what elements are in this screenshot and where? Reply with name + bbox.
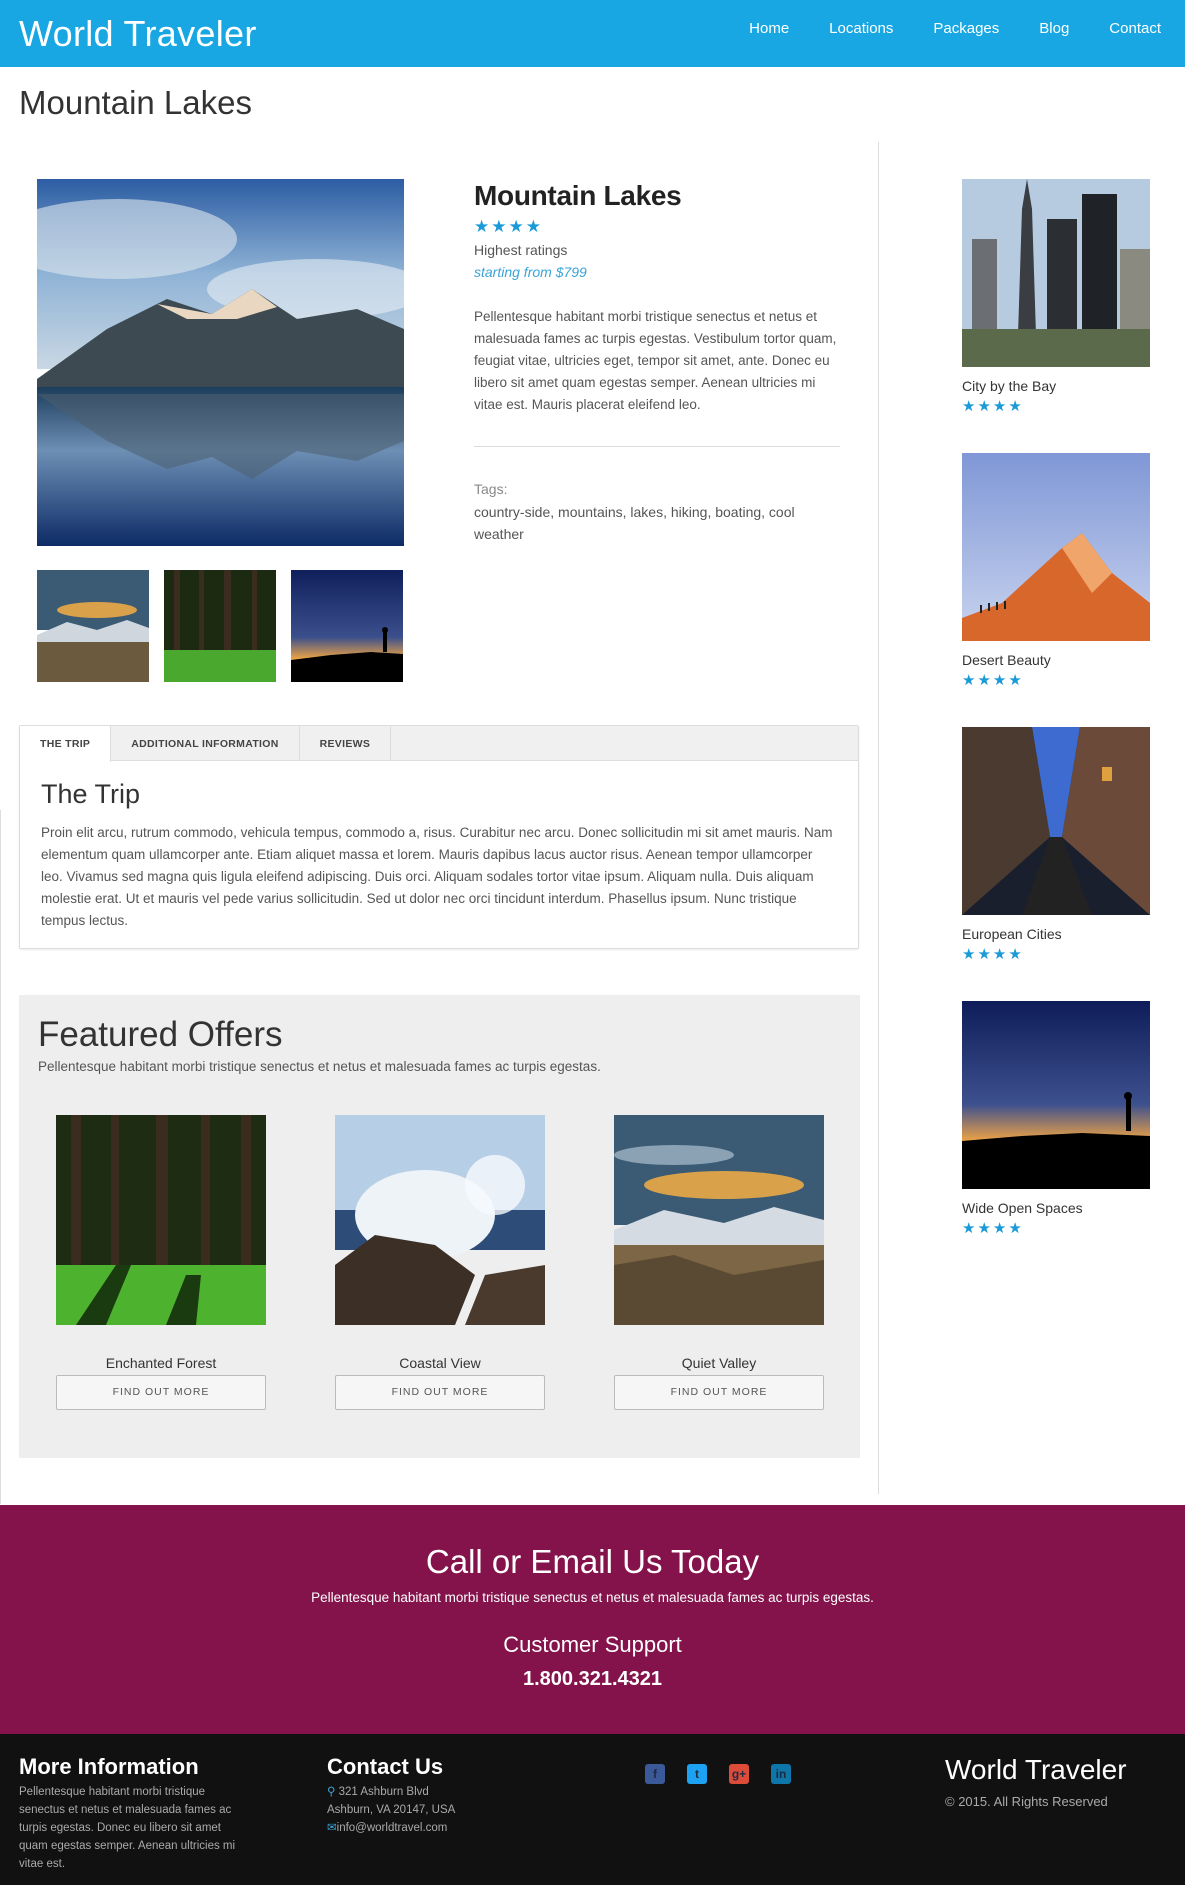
offer-card: Enchanted Forest FIND OUT MORE (56, 1115, 266, 1410)
sidebar-image-street[interactable] (962, 727, 1150, 915)
sidebar-item[interactable]: City by the Bay ★★★★ (962, 179, 1150, 414)
page-title: Mountain Lakes (19, 84, 252, 121)
sidebar-item-name: Desert Beauty (962, 652, 1051, 668)
sidebar-item-name: Wide Open Spaces (962, 1200, 1083, 1216)
callout-title: Call or Email Us Today (425, 1543, 760, 1580)
tab-the-trip[interactable]: THE TRIP (20, 726, 112, 762)
column-divider (878, 142, 879, 1494)
nav-packages[interactable]: Packages (933, 20, 999, 37)
main-nav: Home Locations Packages Blog Contact (709, 0, 1161, 57)
support-label: Customer Support (503, 1632, 682, 1657)
footer-address: ⚲ 321 Ashburn Blvd Ashburn, VA 20147, USA… (327, 1783, 527, 1837)
offer-name: Coastal View (399, 1355, 481, 1371)
tab-panel-title: The Trip (41, 779, 141, 809)
find-out-more-button[interactable]: FIND OUT MORE (614, 1375, 824, 1410)
product-info: Mountain Lakes ★★★★ Highest ratings star… (474, 180, 840, 545)
main-product-image[interactable] (37, 179, 404, 546)
offer-image-forest[interactable] (56, 1115, 266, 1325)
sidebar-item[interactable]: Desert Beauty ★★★★ (962, 453, 1150, 688)
sidebar-rating-stars: ★★★★ (962, 672, 1024, 689)
thumbnail-forest[interactable] (164, 570, 276, 682)
linkedin-icon[interactable]: in (771, 1764, 791, 1784)
thumbnail-valley[interactable] (37, 570, 149, 682)
product-rating-stars: ★★★★ (474, 217, 543, 236)
rating-text: Highest ratings (474, 242, 568, 258)
nav-locations[interactable]: Locations (829, 20, 893, 37)
tab-panel: The Trip Proin elit arcu, rutrum commodo… (20, 779, 858, 932)
offer-image-coast[interactable] (335, 1115, 545, 1325)
sidebar-image-city[interactable] (962, 179, 1150, 367)
offer-image-valley[interactable] (614, 1115, 824, 1325)
find-out-more-button[interactable]: FIND OUT MORE (56, 1375, 266, 1410)
google-plus-icon[interactable]: g+ (729, 1764, 749, 1784)
product-description: Pellentesque habitant morbi tristique se… (474, 309, 837, 412)
top-navbar: World Traveler Home Locations Packages B… (0, 0, 1185, 67)
footer-contact: Contact Us ⚲ 321 Ashburn Blvd Ashburn, VA… (327, 1754, 527, 1837)
nav-blog[interactable]: Blog (1039, 20, 1069, 37)
sidebar-item-name: European Cities (962, 926, 1062, 942)
map-marker-icon: ⚲ (327, 1786, 336, 1798)
footer-more-title: More Information (19, 1754, 199, 1779)
featured-subtitle: Pellentesque habitant morbi tristique se… (38, 1059, 601, 1074)
support-phone[interactable]: 1.800.321.4321 (0, 1668, 1185, 1691)
brand-logo[interactable]: World Traveler (19, 13, 257, 55)
footer-brand: World Traveler (945, 1754, 1127, 1785)
copyright: © 2015. All Rights Reserved (945, 1794, 1108, 1809)
thumbnail-sunset[interactable] (291, 570, 403, 682)
callout-subtitle: Pellentesque habitant morbi tristique se… (311, 1590, 874, 1605)
footer-more-text: Pellentesque habitant morbi tristique se… (19, 1786, 236, 1870)
sidebar-item-name: City by the Bay (962, 378, 1057, 394)
tab-additional-information[interactable]: ADDITIONAL INFORMATION (111, 726, 300, 761)
sidebar-rating-stars: ★★★★ (962, 1220, 1024, 1237)
sidebar-item[interactable]: European Cities ★★★★ (962, 727, 1150, 962)
footer-email[interactable]: info@worldtravel.com (337, 1822, 448, 1834)
call-to-action-band: Call or Email Us Today Pellentesque habi… (0, 1505, 1185, 1734)
tags-list: country-side, mountains, lakes, hiking, … (474, 504, 795, 542)
offer-card: Coastal View FIND OUT MORE (335, 1115, 545, 1410)
sidebar-item[interactable]: Wide Open Spaces ★★★★ (962, 1001, 1150, 1236)
featured-title: Featured Offers (38, 1015, 283, 1054)
twitter-icon[interactable]: t (687, 1764, 707, 1784)
address-line-2: Ashburn, VA 20147, USA (327, 1804, 456, 1816)
offer-card: Quiet Valley FIND OUT MORE (614, 1115, 824, 1410)
price-text: starting from $799 (474, 264, 587, 280)
footer: More Information Pellentesque habitant m… (0, 1734, 1185, 1885)
nav-home[interactable]: Home (749, 20, 789, 37)
left-border (0, 810, 1, 1504)
sidebar-image-sunset[interactable] (962, 1001, 1150, 1189)
footer-contact-title: Contact Us (327, 1754, 444, 1779)
address-line-1: 321 Ashburn Blvd (338, 1786, 429, 1798)
sidebar-rating-stars: ★★★★ (962, 398, 1024, 415)
footer-more-info: More Information Pellentesque habitant m… (19, 1754, 249, 1873)
sidebar-image-desert[interactable] (962, 453, 1150, 641)
sidebar-rating-stars: ★★★★ (962, 946, 1024, 963)
tab-bar: THE TRIP ADDITIONAL INFORMATION REVIEWS (20, 726, 858, 762)
envelope-icon: ✉ (327, 1822, 337, 1834)
offer-name: Quiet Valley (681, 1355, 757, 1371)
nav-contact[interactable]: Contact (1109, 20, 1161, 37)
tab-reviews[interactable]: REVIEWS (300, 726, 392, 761)
tags-label: Tags: (474, 481, 508, 497)
facebook-icon[interactable]: f (645, 1764, 665, 1784)
tab-panel-text: Proin elit arcu, rutrum commodo, vehicul… (41, 825, 833, 928)
product-title: Mountain Lakes (474, 180, 682, 211)
featured-offers: Featured Offers Pellentesque habitant mo… (19, 995, 860, 1458)
offer-name: Enchanted Forest (105, 1355, 217, 1371)
info-divider (474, 446, 840, 447)
info-tabs: THE TRIP ADDITIONAL INFORMATION REVIEWS … (19, 725, 859, 949)
find-out-more-button[interactable]: FIND OUT MORE (335, 1375, 545, 1410)
social-links: f t g+ in (645, 1764, 813, 1784)
